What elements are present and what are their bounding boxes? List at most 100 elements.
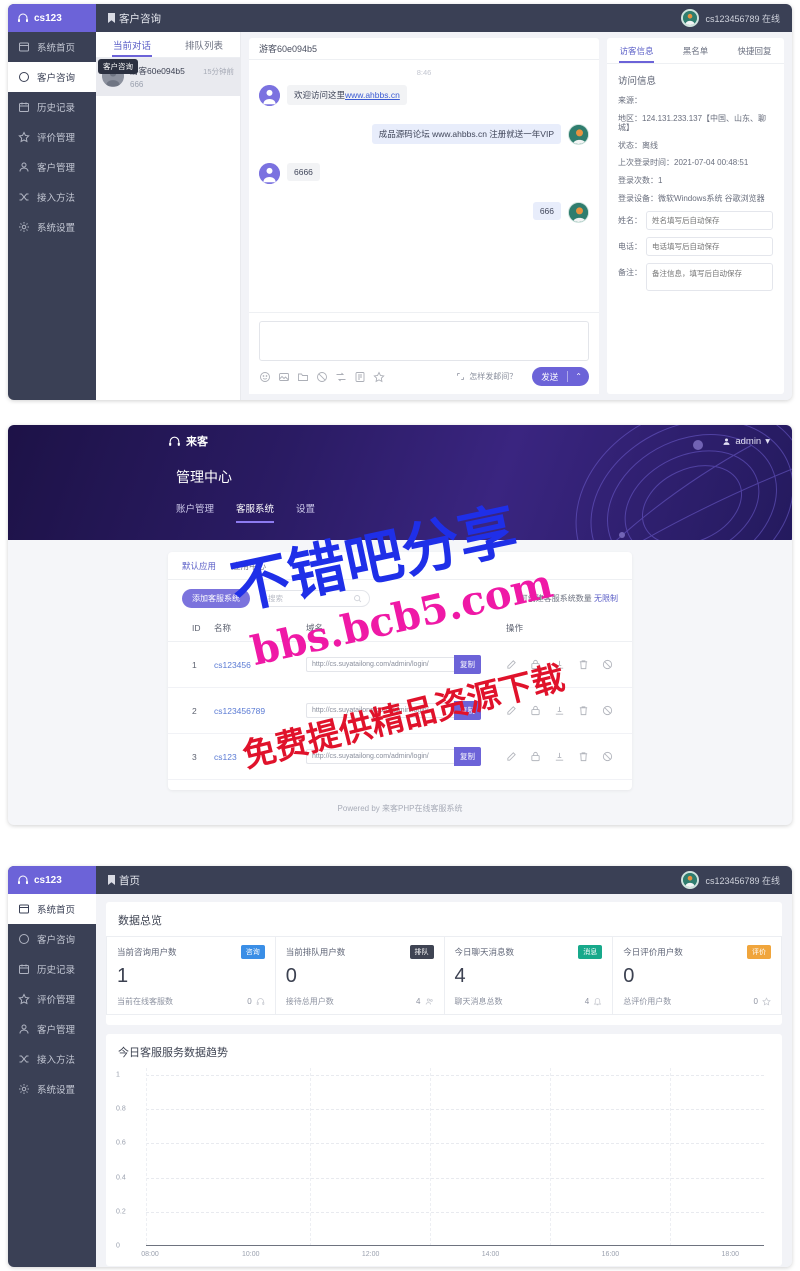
cell-name[interactable]: cs123 <box>214 752 237 762</box>
chat-message-in: 欢迎访问这里www.ahbbs.cn <box>259 85 589 106</box>
card-sub-label: 聊天消息总数 <box>454 997 503 1006</box>
sidebar-item-customers[interactable]: 客户管理 <box>8 1014 96 1044</box>
lock-icon[interactable] <box>530 751 541 762</box>
sidebar-item-history[interactable]: 历史记录 <box>8 954 96 984</box>
card-sub-label: 接待总用户数 <box>285 997 334 1006</box>
cell-name[interactable]: cs123456 <box>214 660 251 670</box>
card-sub-value: 0 <box>753 997 758 1006</box>
admin-user-menu[interactable]: admin ▾ <box>722 436 770 447</box>
add-cs-system-button[interactable]: 添加客服系统 <box>182 589 250 608</box>
sidebar-item-rating[interactable]: 评价管理 <box>8 984 96 1014</box>
howto-link[interactable]: 怎样发邮间？ <box>456 371 517 382</box>
shuffle-icon <box>18 191 30 203</box>
phone-input[interactable] <box>646 237 773 257</box>
s1-brand[interactable]: cs123 <box>8 4 96 32</box>
tab-label: 当前对话 <box>112 40 151 52</box>
chat-circle-icon <box>18 71 30 83</box>
s1-body: 系统首页 客户咨询 历史记录 评价管理 客户管理 接入方法 系统设置 当前对话 … <box>8 32 792 400</box>
send-button[interactable]: 发送 ⌃ <box>532 367 589 386</box>
lock-icon[interactable] <box>530 659 541 670</box>
sidebar-label: 系统设置 <box>37 1085 76 1096</box>
tab-quick-reply[interactable]: 快捷回复 <box>725 38 784 63</box>
remark-textarea[interactable] <box>646 263 773 292</box>
subtab-label: 应用中心 <box>232 560 267 571</box>
sidebar-item-integration[interactable]: 接入方法 <box>8 1044 96 1074</box>
tab-queue-list[interactable]: 排队列表 <box>168 32 240 57</box>
tab-current-chat[interactable]: 当前对话 <box>96 32 168 57</box>
y-tick: 0 <box>116 1242 120 1250</box>
sidebar-item-rating[interactable]: 评价管理 <box>8 122 96 152</box>
s1-user-menu[interactable]: cs123456789 在线 <box>681 9 792 27</box>
sidebar-item-history[interactable]: 历史记录 <box>8 92 96 122</box>
sidebar-item-integration[interactable]: 接入方法 <box>8 182 96 212</box>
card-label: 当前排队用户数 <box>285 947 346 957</box>
sidebar-item-customers[interactable]: 客户管理 <box>8 152 96 182</box>
sidebar-item-home[interactable]: 系统首页 <box>8 32 96 62</box>
edit-icon[interactable] <box>506 659 517 670</box>
search-input[interactable]: 搜索 <box>260 590 370 607</box>
subtab-default-app[interactable]: 默认应用 <box>182 560 216 572</box>
headset-icon <box>17 874 29 886</box>
domain-input[interactable]: http://cs.suyatailong.com/admin/login/ <box>306 703 454 718</box>
users-icon <box>425 998 433 1005</box>
stat-cards: 当前咨询用户数 咨询 1 当前在线客服数 0 当前排队用户数 排队 0 接待总用… <box>106 936 782 1025</box>
folder-icon[interactable] <box>297 371 309 383</box>
s3-user-menu[interactable]: cs123456789 在线 <box>681 871 792 889</box>
trash-icon[interactable] <box>578 705 589 716</box>
domain-input[interactable]: http://cs.suyatailong.com/admin/login/ <box>306 657 454 672</box>
ban-icon[interactable] <box>316 371 328 383</box>
chevron-up-icon[interactable]: ⌃ <box>568 372 589 381</box>
image-icon[interactable] <box>278 371 290 383</box>
subtab-app-center[interactable]: 应用中心 <box>232 560 266 572</box>
transfer-icon[interactable] <box>335 371 347 383</box>
y-tick: 0.8 <box>116 1105 126 1113</box>
trash-icon[interactable] <box>578 659 589 670</box>
tab-blacklist[interactable]: 黑名单 <box>666 38 725 63</box>
copy-button[interactable]: 复制 <box>454 701 481 720</box>
sidebar-item-settings[interactable]: 系统设置 <box>8 1074 96 1104</box>
user-icon <box>18 1023 30 1035</box>
tab-visitor-info[interactable]: 访客信息 <box>607 38 666 63</box>
quota-value: 无限制 <box>594 594 618 603</box>
sidebar-item-consult[interactable]: 客户咨询 <box>8 924 96 954</box>
tab-settings[interactable]: 设置 <box>296 501 315 523</box>
chat-messages: 8:46 欢迎访问这里www.ahbbs.cn 成品源码论坛 www.ahbbs… <box>249 60 599 312</box>
star-icon[interactable] <box>373 370 385 383</box>
chat-bubble: 666 <box>532 202 561 220</box>
conversation-list-item[interactable]: 游客60e094b5 15分钟前 666 客户咨询 <box>96 58 240 96</box>
edit-icon[interactable] <box>506 705 517 716</box>
tab-account-management[interactable]: 账户管理 <box>176 501 214 523</box>
info-last-login: 上次登录时间：2021-07-04 00:48:51 <box>618 158 749 168</box>
stat-card-ratings: 今日评价用户数 评价 0 总评价用户数 0 <box>612 936 782 1015</box>
sidebar-item-settings[interactable]: 系统设置 <box>8 212 96 242</box>
sidebar-item-consult[interactable]: 客户咨询 <box>8 62 96 92</box>
s3-brand[interactable]: cs123 <box>8 866 96 894</box>
lock-icon[interactable] <box>530 705 541 716</box>
key-icon[interactable] <box>554 751 565 762</box>
copy-button[interactable]: 复制 <box>454 747 481 766</box>
tab-label: 排队列表 <box>184 40 223 52</box>
form-icon[interactable] <box>354 371 366 383</box>
key-icon[interactable] <box>554 659 565 670</box>
chat-bubble-link[interactable]: www.ahbbs.cn <box>345 90 400 100</box>
avatar <box>259 85 280 106</box>
ban-icon[interactable] <box>602 751 613 762</box>
sidebar-label: 系统首页 <box>37 905 76 916</box>
emoji-icon[interactable] <box>259 371 271 383</box>
edit-icon[interactable] <box>506 751 517 762</box>
name-input[interactable] <box>646 211 773 231</box>
admin-footer: Powered by 来客PHP在线客服系统 <box>337 804 463 813</box>
chat-panel: 游客60e094b5 8:46 欢迎访问这里www.ahbbs.cn 成品源码论… <box>241 32 607 400</box>
sidebar-item-home[interactable]: 系统首页 <box>8 894 96 924</box>
copy-button[interactable]: 复制 <box>454 655 481 674</box>
key-icon[interactable] <box>554 705 565 716</box>
chat-bubble-text: 欢迎访问这里 <box>294 90 346 100</box>
admin-logo[interactable]: 来客 <box>168 433 208 449</box>
domain-input[interactable]: http://cs.suyatailong.com/admin/login/ <box>306 749 454 764</box>
ban-icon[interactable] <box>602 705 613 716</box>
cell-name[interactable]: cs123456789 <box>214 706 265 716</box>
message-input[interactable] <box>259 321 589 361</box>
trash-icon[interactable] <box>578 751 589 762</box>
ban-icon[interactable] <box>602 659 613 670</box>
tab-cs-system[interactable]: 客服系统 <box>236 501 275 523</box>
